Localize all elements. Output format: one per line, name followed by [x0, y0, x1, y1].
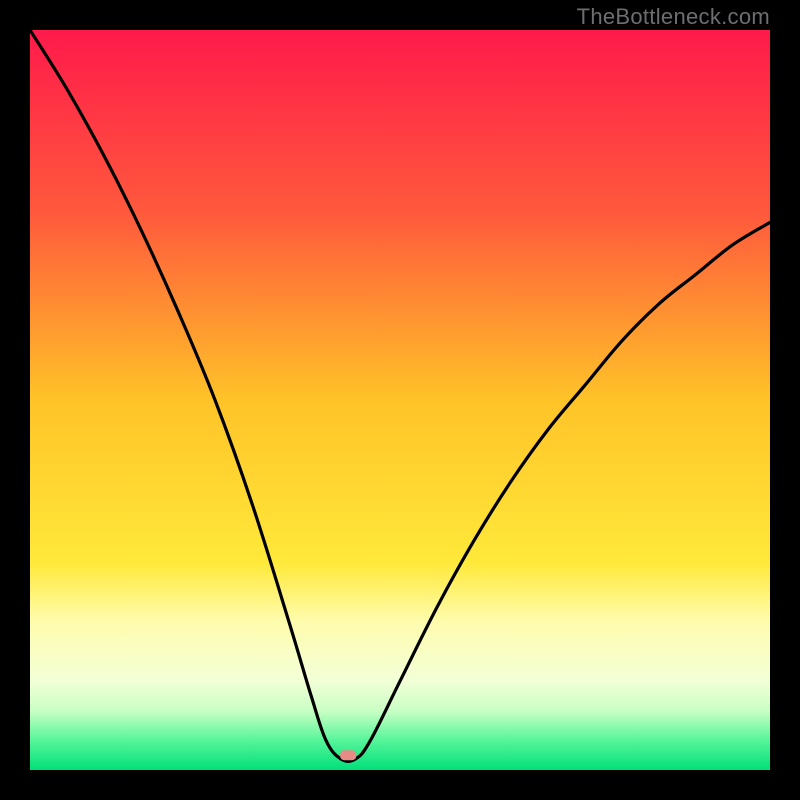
- bottleneck-chart: [30, 30, 770, 770]
- gradient-rect: [30, 30, 770, 770]
- chart-frame: TheBottleneck.com: [0, 0, 800, 800]
- optimum-marker: [340, 750, 356, 760]
- watermark-text: TheBottleneck.com: [577, 4, 770, 30]
